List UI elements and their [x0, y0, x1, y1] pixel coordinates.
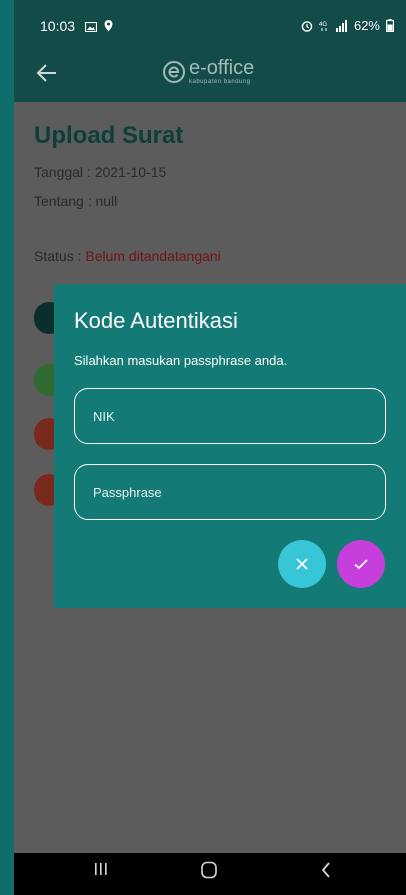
logo-text: e-office: [189, 57, 255, 79]
status-line: Status : Belum ditandatangani: [34, 248, 221, 264]
battery-icon: [386, 19, 394, 32]
recent-apps-icon: [95, 863, 107, 875]
phone-screen: 10:03 4G 62% e-office kabupaten bandung …: [14, 0, 406, 895]
image-icon: [84, 21, 98, 33]
nik-input[interactable]: [74, 388, 386, 444]
page-title: Upload Surat: [34, 122, 184, 149]
home-button[interactable]: [200, 861, 218, 884]
recent-apps-button[interactable]: [94, 861, 108, 882]
arrow-left-icon: [36, 64, 56, 82]
home-icon: [201, 861, 217, 879]
e-logo-icon: [163, 60, 185, 83]
battery-percent: 62%: [353, 18, 380, 33]
alarm-icon: [301, 20, 313, 32]
confirm-button[interactable]: [337, 540, 385, 588]
back-icon: [321, 862, 330, 878]
check-icon: [354, 559, 368, 570]
location-pin-icon: [104, 20, 113, 32]
passphrase-input[interactable]: [74, 464, 386, 520]
close-icon: [296, 558, 308, 570]
cancel-button[interactable]: [278, 540, 326, 588]
app-logo: e-office kabupaten bandung: [162, 58, 254, 85]
clock: 10:03: [40, 18, 76, 34]
4g-icon: 4G: [319, 22, 327, 31]
system-nav-bar: [14, 853, 406, 895]
dialog-title: Kode Autentikasi: [74, 308, 238, 333]
status-label: Status :: [34, 248, 86, 264]
logo-subtext: kabupaten bandung: [189, 79, 251, 85]
tanggal-text: Tanggal : 2021-10-15: [34, 164, 167, 180]
dialog-message: Silahkan masukan passphrase anda.: [74, 353, 288, 368]
nav-back-button[interactable]: [320, 861, 332, 884]
auth-dialog: Kode Autentikasi Silahkan masukan passph…: [54, 284, 406, 608]
signal-icon: [335, 19, 347, 32]
back-button[interactable]: [36, 62, 58, 91]
status-value: Belum ditandatangani: [85, 248, 221, 264]
svg-text:4G: 4G: [319, 22, 327, 28]
status-bar: 10:03 4G 62%: [14, 0, 406, 54]
app-bar: e-office kabupaten bandung: [14, 54, 406, 102]
tentang-text: Tentang : null: [34, 193, 118, 209]
